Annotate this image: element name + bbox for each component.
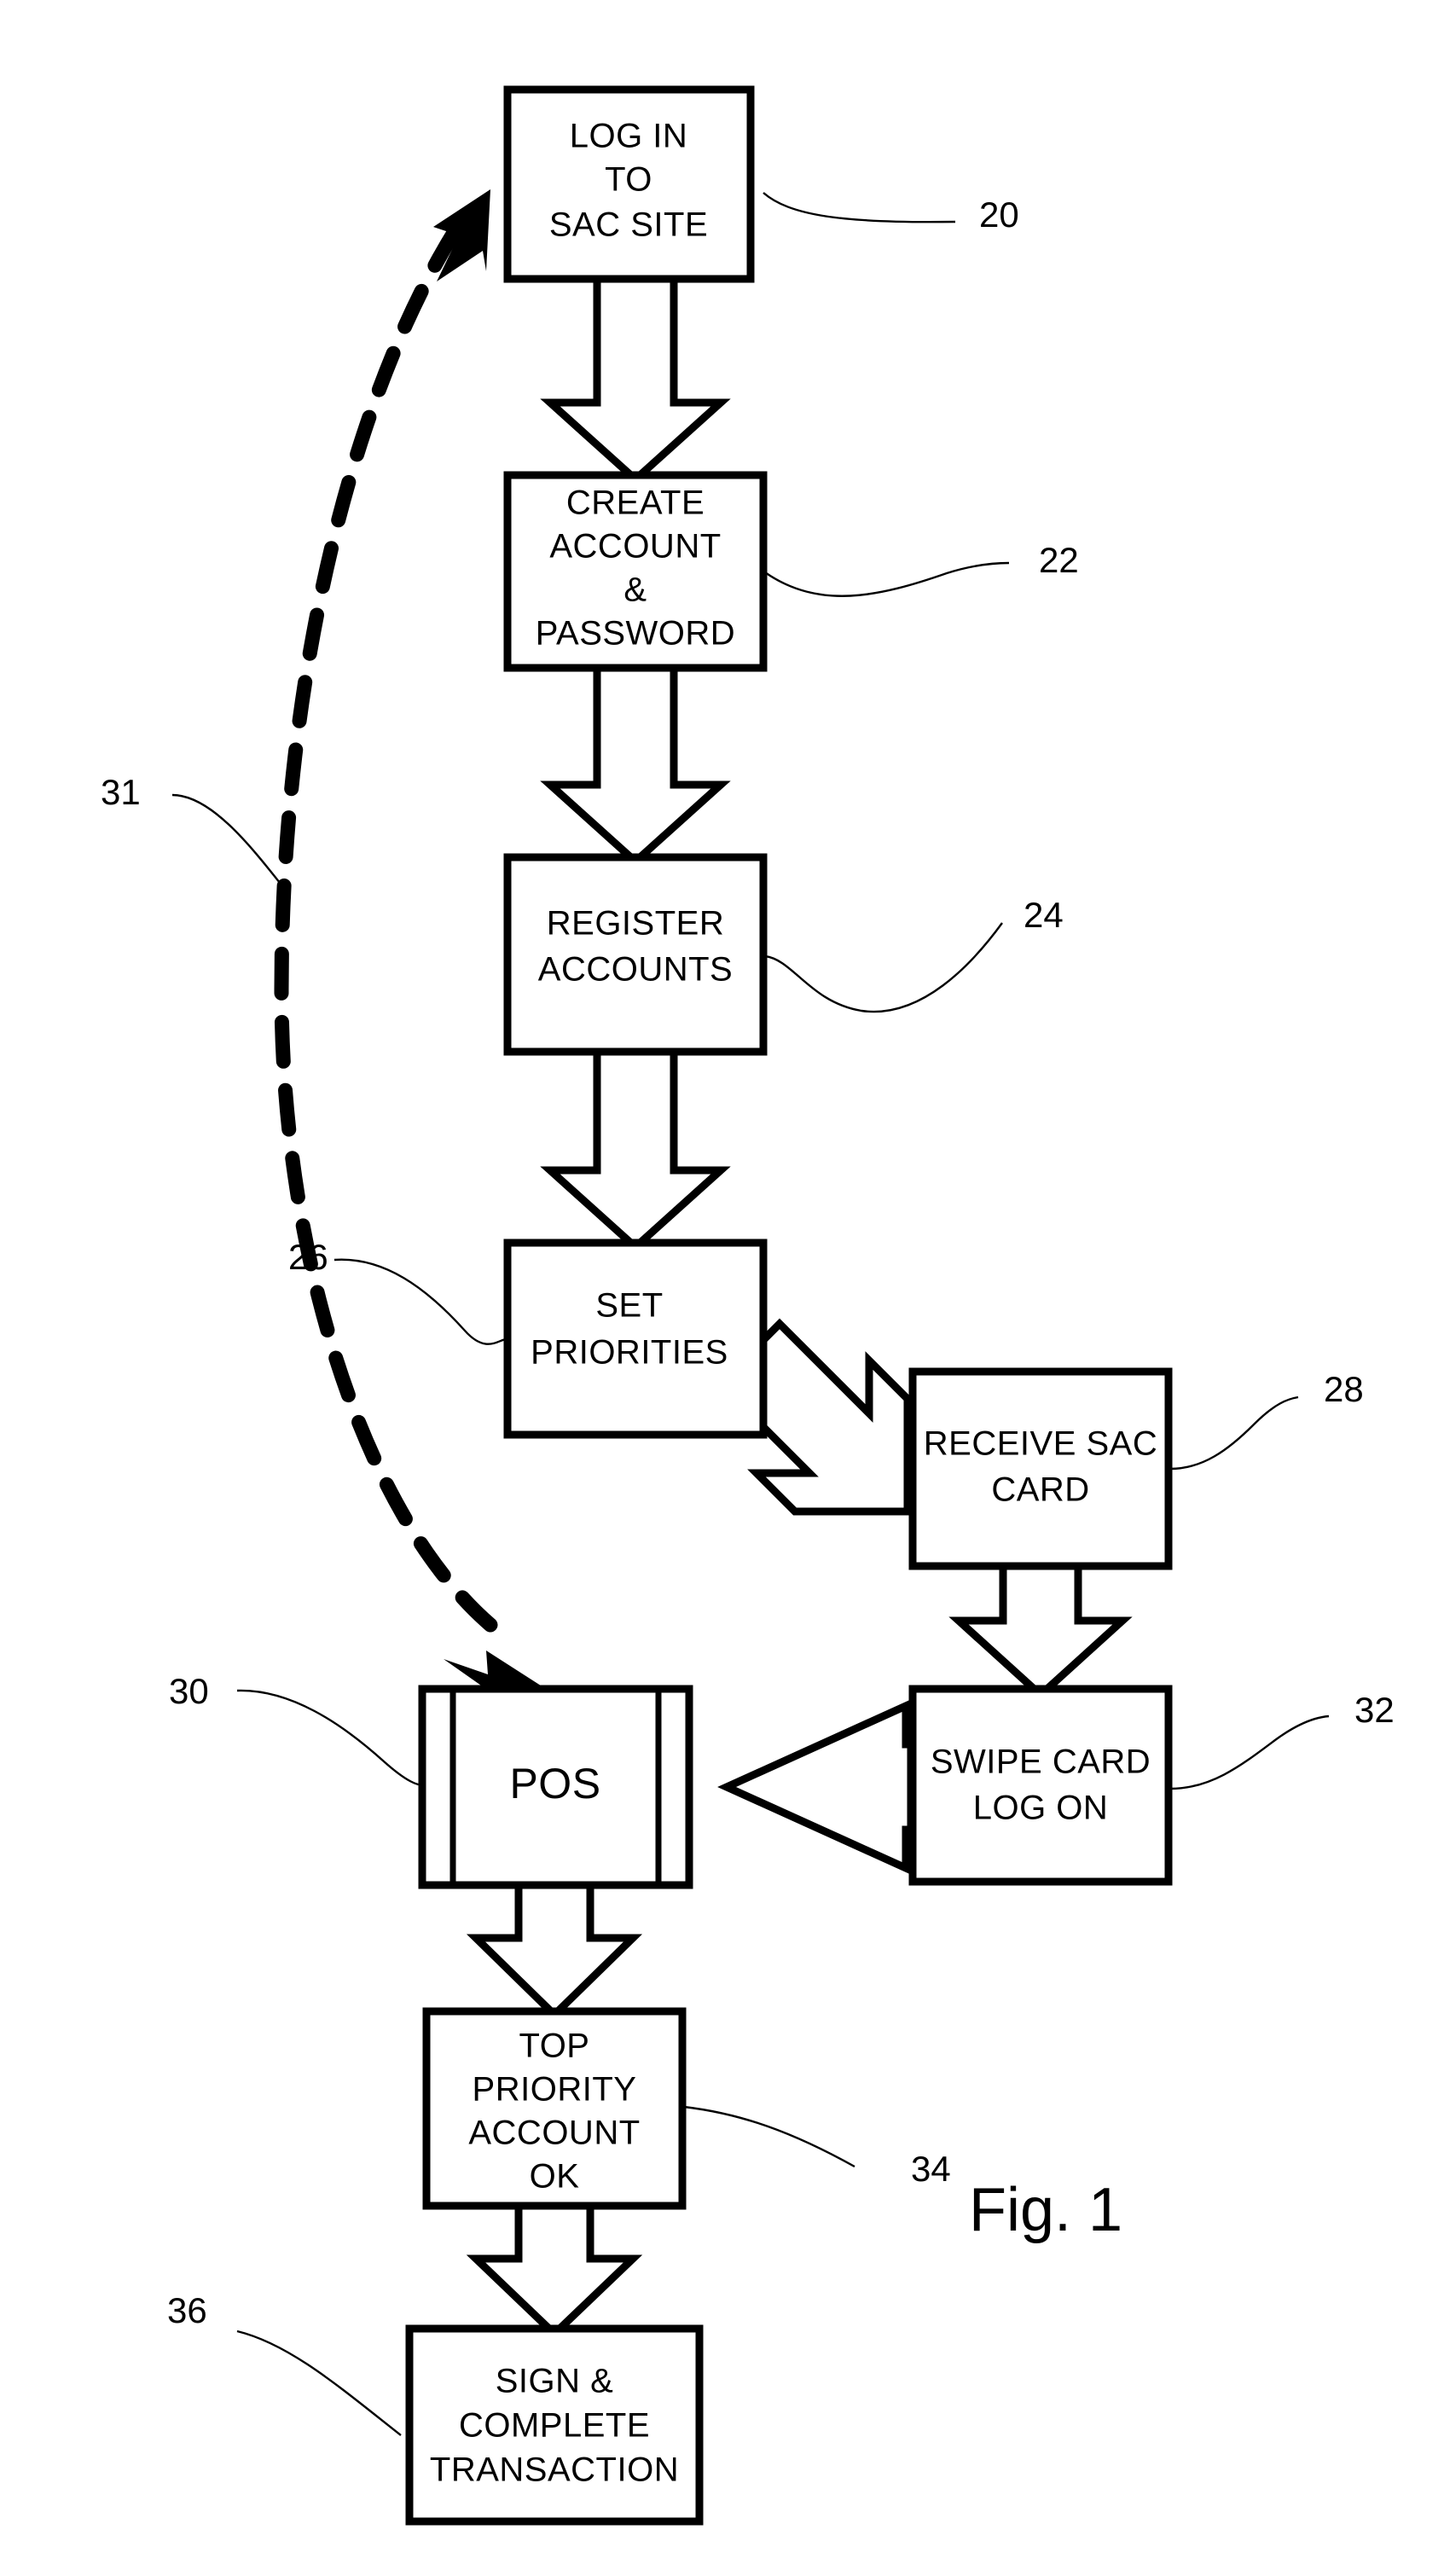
node-top-priority-line-2: PRIORITY: [473, 2071, 637, 2109]
node-login[interactable]: LOG IN TO SAC SITE: [503, 85, 755, 283]
node-register-accounts-line-2: ACCOUNTS: [538, 951, 733, 989]
node-top-priority-line-3: ACCOUNT: [468, 2115, 640, 2152]
ref-number-32: 32: [1354, 1690, 1395, 1730]
node-create-account[interactable]: CREATE ACCOUNT & PASSWORD: [503, 471, 768, 672]
node-top-priority-ok[interactable]: TOP PRIORITY ACCOUNT OK: [422, 2007, 687, 2210]
ref-callout-22: 22: [764, 540, 1079, 597]
ref-callout-30: 30: [169, 1671, 425, 1787]
node-register-accounts[interactable]: REGISTER ACCOUNTS: [503, 853, 768, 1056]
ref-callout-36: 36: [167, 2290, 402, 2436]
node-login-line-1: LOG IN: [570, 118, 688, 155]
node-set-priorities-line-1: SET: [595, 1287, 663, 1325]
ref-number-36: 36: [167, 2290, 207, 2330]
node-login-line-3: SAC SITE: [549, 206, 708, 244]
flow-diagram: LOG IN TO SAC SITE CREATE ACCOUNT & PASS…: [101, 85, 1395, 2526]
node-sign-complete-line-3: TRANSACTION: [430, 2451, 679, 2489]
arrow-create-account-to-register: [540, 663, 731, 867]
ref-callout-32: 32: [1169, 1690, 1395, 1790]
ref-number-26: 26: [288, 1237, 328, 1277]
arrow-register-to-set-priorities: [540, 1047, 731, 1253]
node-sign-complete-line-1: SIGN &: [496, 2363, 614, 2400]
ref-callout-28: 28: [1169, 1369, 1364, 1471]
ref-number-22: 22: [1039, 540, 1079, 580]
arrow-top-priority-to-sign-complete: [466, 2201, 643, 2340]
node-create-account-line-4: PASSWORD: [536, 615, 735, 653]
ref-callout-31: 31: [101, 772, 291, 896]
arrow-swipe-card-to-pos: [717, 1700, 915, 1874]
node-swipe-card[interactable]: SWIPE CARD LOG ON: [908, 1685, 1173, 1886]
ref-number-24: 24: [1024, 895, 1064, 935]
node-create-account-line-1: CREATE: [566, 484, 705, 522]
node-sign-complete-line-2: COMPLETE: [459, 2407, 650, 2445]
node-set-priorities[interactable]: SET PRIORITIES: [503, 1239, 768, 1439]
node-receive-sac-card[interactable]: RECEIVE SAC CARD: [908, 1367, 1173, 1570]
node-swipe-card-line-1: SWIPE CARD: [931, 1743, 1151, 1781]
ref-number-28: 28: [1324, 1369, 1364, 1409]
node-sign-complete[interactable]: SIGN & COMPLETE TRANSACTION: [405, 2324, 704, 2526]
ref-number-34: 34: [911, 2149, 951, 2189]
node-pos-label: POS: [509, 1760, 600, 1807]
node-top-priority-line-1: TOP: [519, 2028, 589, 2065]
arrow-pos-to-top-priority: [466, 1881, 643, 2021]
node-register-accounts-line-1: REGISTER: [547, 905, 724, 943]
arrow-receive-card-to-swipe-card: [948, 1561, 1133, 1701]
node-create-account-line-2: ACCOUNT: [549, 528, 721, 566]
ref-callout-20: 20: [763, 192, 1019, 235]
node-receive-sac-card-line-1: RECEIVE SAC: [924, 1425, 1157, 1463]
node-create-account-line-3: &: [623, 571, 647, 609]
node-login-line-2: TO: [605, 161, 652, 199]
ref-callout-34: 34: [683, 2105, 951, 2189]
node-top-priority-line-4: OK: [530, 2158, 580, 2196]
node-swipe-card-line-2: LOG ON: [973, 1790, 1109, 1827]
ref-number-30: 30: [169, 1671, 209, 1711]
figure-caption: Fig. 1: [969, 2176, 1122, 2244]
ref-callout-24: 24: [764, 895, 1064, 1013]
ref-number-31: 31: [101, 772, 141, 812]
node-receive-sac-card-line-2: CARD: [991, 1471, 1089, 1509]
node-pos[interactable]: POS: [418, 1685, 693, 1889]
arrow-login-to-create-account: [540, 273, 731, 485]
patent-figure-canvas: LOG IN TO SAC SITE CREATE ACCOUNT & PASS…: [0, 0, 1444, 2576]
node-set-priorities-line-2: PRIORITIES: [531, 1334, 728, 1372]
ref-number-20: 20: [979, 194, 1019, 235]
